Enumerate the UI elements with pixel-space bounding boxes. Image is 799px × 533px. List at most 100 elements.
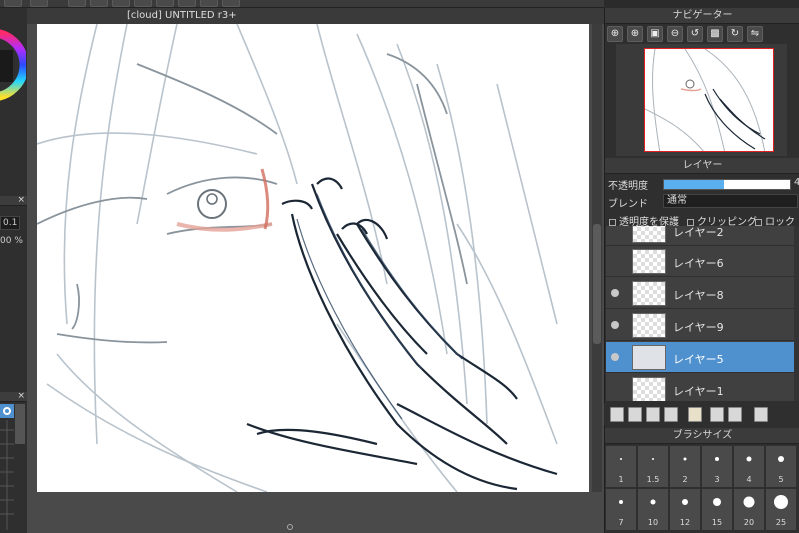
layer-scrollbar[interactable] — [794, 226, 799, 401]
rotate-left-icon[interactable]: ↺ — [687, 26, 703, 42]
brush-size-option[interactable]: 7 — [606, 489, 636, 530]
brush-size-label: 3 — [714, 475, 720, 484]
brush-size-label: 20 — [743, 518, 755, 527]
brush-size-label: 7 — [618, 518, 624, 527]
flip-icon[interactable]: ⇋ — [747, 26, 763, 42]
layer-item-selected[interactable]: レイヤー5 — [606, 342, 794, 373]
layer-name: レイヤー2 — [673, 226, 724, 239]
redo-button[interactable] — [30, 0, 48, 7]
brush-size-dot — [715, 457, 719, 461]
brush-size-dot — [746, 456, 752, 462]
brush-size-option[interactable]: 4 — [734, 446, 764, 487]
blend-row: ブレンド 通常 — [605, 193, 799, 210]
brush-size-option[interactable]: 2 — [670, 446, 700, 487]
brush-size-option[interactable]: 1.5 — [638, 446, 668, 487]
canvas-origin-handle[interactable] — [287, 524, 293, 530]
gear-icon[interactable] — [0, 404, 14, 418]
brush-size-dot — [682, 499, 688, 505]
tool-button[interactable] — [68, 0, 86, 7]
brush-size-label: 10 — [647, 518, 659, 527]
rotate-right-icon[interactable]: ↻ — [727, 26, 743, 42]
visibility-eye-icon[interactable] — [611, 321, 619, 329]
merge-layer-icon[interactable] — [728, 407, 742, 422]
close-icon[interactable]: × — [17, 391, 25, 401]
brush-size-label: 5 — [778, 475, 784, 484]
brush-size-option[interactable]: 5 — [766, 446, 796, 487]
new-8bit-layer-icon[interactable] — [646, 407, 660, 422]
brush-size-dot — [650, 499, 656, 505]
layer-list[interactable]: レイヤー2 レイヤー6 レイヤー8 レイヤー9 レイヤー5 レイヤー1 — [606, 226, 794, 401]
brush-size-option[interactable]: 1 — [606, 446, 636, 487]
opacity-value: 4 — [794, 177, 799, 188]
zoom-out-icon[interactable]: ⊖ — [667, 26, 683, 42]
layer-item[interactable]: レイヤー1 — [606, 374, 794, 401]
opacity-slider-fill — [664, 180, 725, 189]
brush-size-dot — [778, 456, 784, 462]
layer-item[interactable]: レイヤー8 — [606, 278, 794, 309]
layer-item[interactable]: レイヤー2 — [606, 226, 794, 246]
duplicate-layer-icon[interactable] — [710, 407, 724, 422]
folder-icon[interactable] — [688, 407, 702, 422]
opacity-slider[interactable] — [663, 179, 791, 190]
tool-button[interactable] — [112, 0, 130, 7]
panel-header: × — [0, 391, 27, 402]
layer-panel-header: レイヤー — [605, 158, 799, 174]
brush-value-field[interactable]: 0.1 — [0, 216, 20, 230]
brush-size-dot — [743, 496, 755, 508]
layer-thumbnail — [632, 249, 666, 274]
undo-button[interactable] — [4, 0, 22, 7]
top-toolbar — [0, 0, 604, 8]
close-icon[interactable]: × — [17, 195, 25, 205]
brush-size-label: 1.5 — [646, 475, 660, 484]
brush-size-option[interactable]: 3 — [702, 446, 732, 487]
layer-item[interactable]: レイヤー9 — [606, 310, 794, 341]
layer-item[interactable]: レイヤー6 — [606, 246, 794, 277]
brush-size-label: 15 — [711, 518, 723, 527]
brush-size-label: 2 — [682, 475, 688, 484]
brush-size-option[interactable]: 10 — [638, 489, 668, 530]
brush-size-option[interactable]: 20 — [734, 489, 764, 530]
canvas-scrollbar[interactable] — [592, 24, 602, 492]
navigator-thumbnail — [644, 48, 774, 152]
layer-thumbnail — [632, 345, 666, 370]
opacity-label: 不透明度 — [608, 181, 648, 192]
new-halftone-layer-icon[interactable] — [628, 407, 642, 422]
sketch-artwork — [37, 24, 558, 492]
brush-size-option[interactable]: 25 — [766, 489, 796, 530]
color-wheel[interactable] — [0, 20, 26, 110]
layer-thumbnail — [632, 226, 666, 243]
brush-size-option[interactable]: 12 — [670, 489, 700, 530]
grid-list — [0, 420, 14, 530]
tool-button[interactable] — [156, 0, 174, 7]
visibility-eye-icon[interactable] — [611, 289, 619, 297]
brush-size-option[interactable]: 15 — [702, 489, 732, 530]
tool-button[interactable] — [134, 0, 152, 7]
fit-actual-icon[interactable]: ▩ — [707, 26, 723, 42]
scrollbar[interactable] — [15, 404, 25, 444]
brush-size-dot — [652, 458, 654, 460]
density-value: 00 % — [0, 236, 23, 246]
brush-size-dot — [713, 498, 721, 506]
layer-name: レイヤー6 — [673, 257, 724, 270]
tool-button[interactable] — [178, 0, 196, 7]
document-tab[interactable]: [cloud] UNTITLED r3+ — [27, 8, 604, 24]
blend-mode-select[interactable]: 通常 — [663, 194, 798, 208]
scrollbar-thumb[interactable] — [593, 224, 601, 344]
tool-button[interactable] — [200, 0, 218, 7]
navigator-preview[interactable] — [616, 44, 787, 156]
tool-button[interactable] — [222, 0, 240, 7]
visibility-eye-icon[interactable] — [611, 353, 619, 361]
tool-button[interactable] — [90, 0, 108, 7]
layer-name: レイヤー1 — [673, 385, 724, 398]
layer-name: レイヤー9 — [673, 321, 724, 334]
fit-window-icon[interactable]: ▣ — [647, 26, 663, 42]
zoom-in-icon[interactable]: ⊕ — [627, 26, 643, 42]
trash-icon[interactable] — [754, 407, 768, 422]
drawing-canvas[interactable] — [37, 24, 589, 492]
document-title: [cloud] UNTITLED r3+ — [127, 10, 237, 21]
new-layer-icon[interactable] — [610, 407, 624, 422]
zoom-fit-icon[interactable]: ⊕ — [607, 26, 623, 42]
brush-size-label: 4 — [746, 475, 752, 484]
brush-size-header: ブラシサイズ — [605, 428, 799, 444]
add-layer-menu-icon[interactable] — [664, 407, 678, 422]
